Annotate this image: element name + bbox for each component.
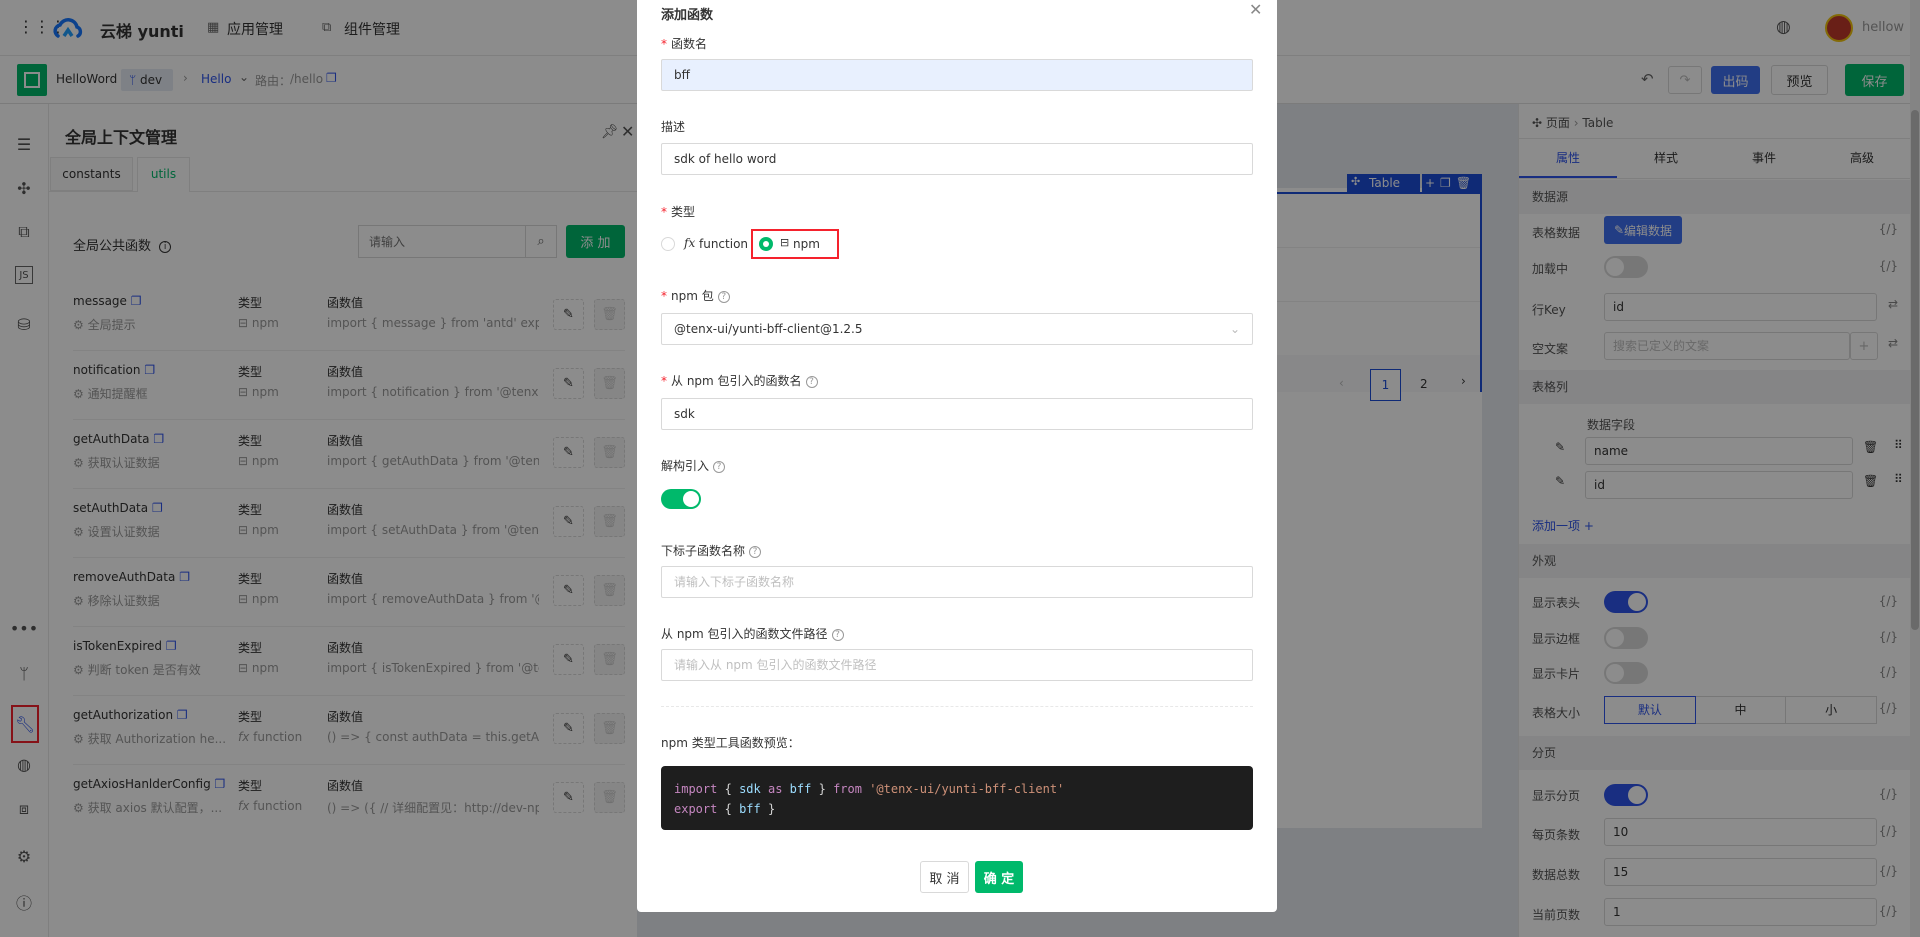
radio-npm-selected[interactable] — [759, 237, 773, 251]
fx-icon: fx — [684, 236, 696, 250]
type-label: 类型 — [671, 205, 696, 219]
close-icon[interactable]: ✕ — [1249, 0, 1262, 19]
file-path-label: 从 npm 包引入的函数文件路径 — [661, 627, 828, 641]
import-name-input[interactable]: sdk — [661, 398, 1253, 430]
destructure-label: 解构引入 — [661, 459, 710, 473]
npm-package-label: npm 包 — [671, 289, 714, 303]
name-label: 函数名 — [671, 37, 708, 51]
function-name-input[interactable]: bff — [661, 59, 1253, 91]
import-name-label: 从 npm 包引入的函数名 — [671, 374, 802, 388]
npm-icon: ⊟ — [780, 236, 790, 249]
file-path-input[interactable]: 请输入从 npm 包引入的函数文件路径 — [661, 649, 1253, 681]
help-icon[interactable]: ? — [749, 545, 762, 558]
sub-name-label: 下标子函数名称 — [661, 544, 746, 558]
chevron-down-icon: ⌄ — [1229, 322, 1240, 336]
code-preview: import { sdk as bff } from '@tenx-ui/yun… — [661, 766, 1253, 830]
destructure-toggle[interactable] — [661, 489, 701, 509]
radio-function-label[interactable]: function — [699, 237, 748, 251]
npm-package-select[interactable]: @tenx-ui/yunti-bff-client@1.2.5 ⌄ — [661, 313, 1253, 345]
confirm-button[interactable]: 确 定 — [975, 861, 1023, 893]
help-icon[interactable]: ? — [717, 290, 730, 303]
preview-label: npm 类型工具函数预览： — [661, 736, 800, 750]
desc-label: 描述 — [661, 120, 686, 134]
radio-function[interactable] — [661, 237, 675, 251]
sub-name-input[interactable]: 请输入下标子函数名称 — [661, 566, 1253, 598]
divider — [661, 706, 1253, 707]
help-icon[interactable]: ? — [805, 375, 818, 388]
add-function-modal: 添加函数 ✕ * 函数名 bff 描述 sdk of hello word * 类型… — [637, 0, 1277, 912]
radio-npm-label[interactable]: npm — [793, 237, 820, 251]
description-input[interactable]: sdk of hello word — [661, 143, 1253, 175]
help-icon[interactable]: ? — [831, 628, 844, 641]
help-icon[interactable]: ? — [713, 460, 726, 473]
modal-title: 添加函数 — [661, 8, 714, 23]
cancel-button[interactable]: 取 消 — [920, 861, 969, 893]
